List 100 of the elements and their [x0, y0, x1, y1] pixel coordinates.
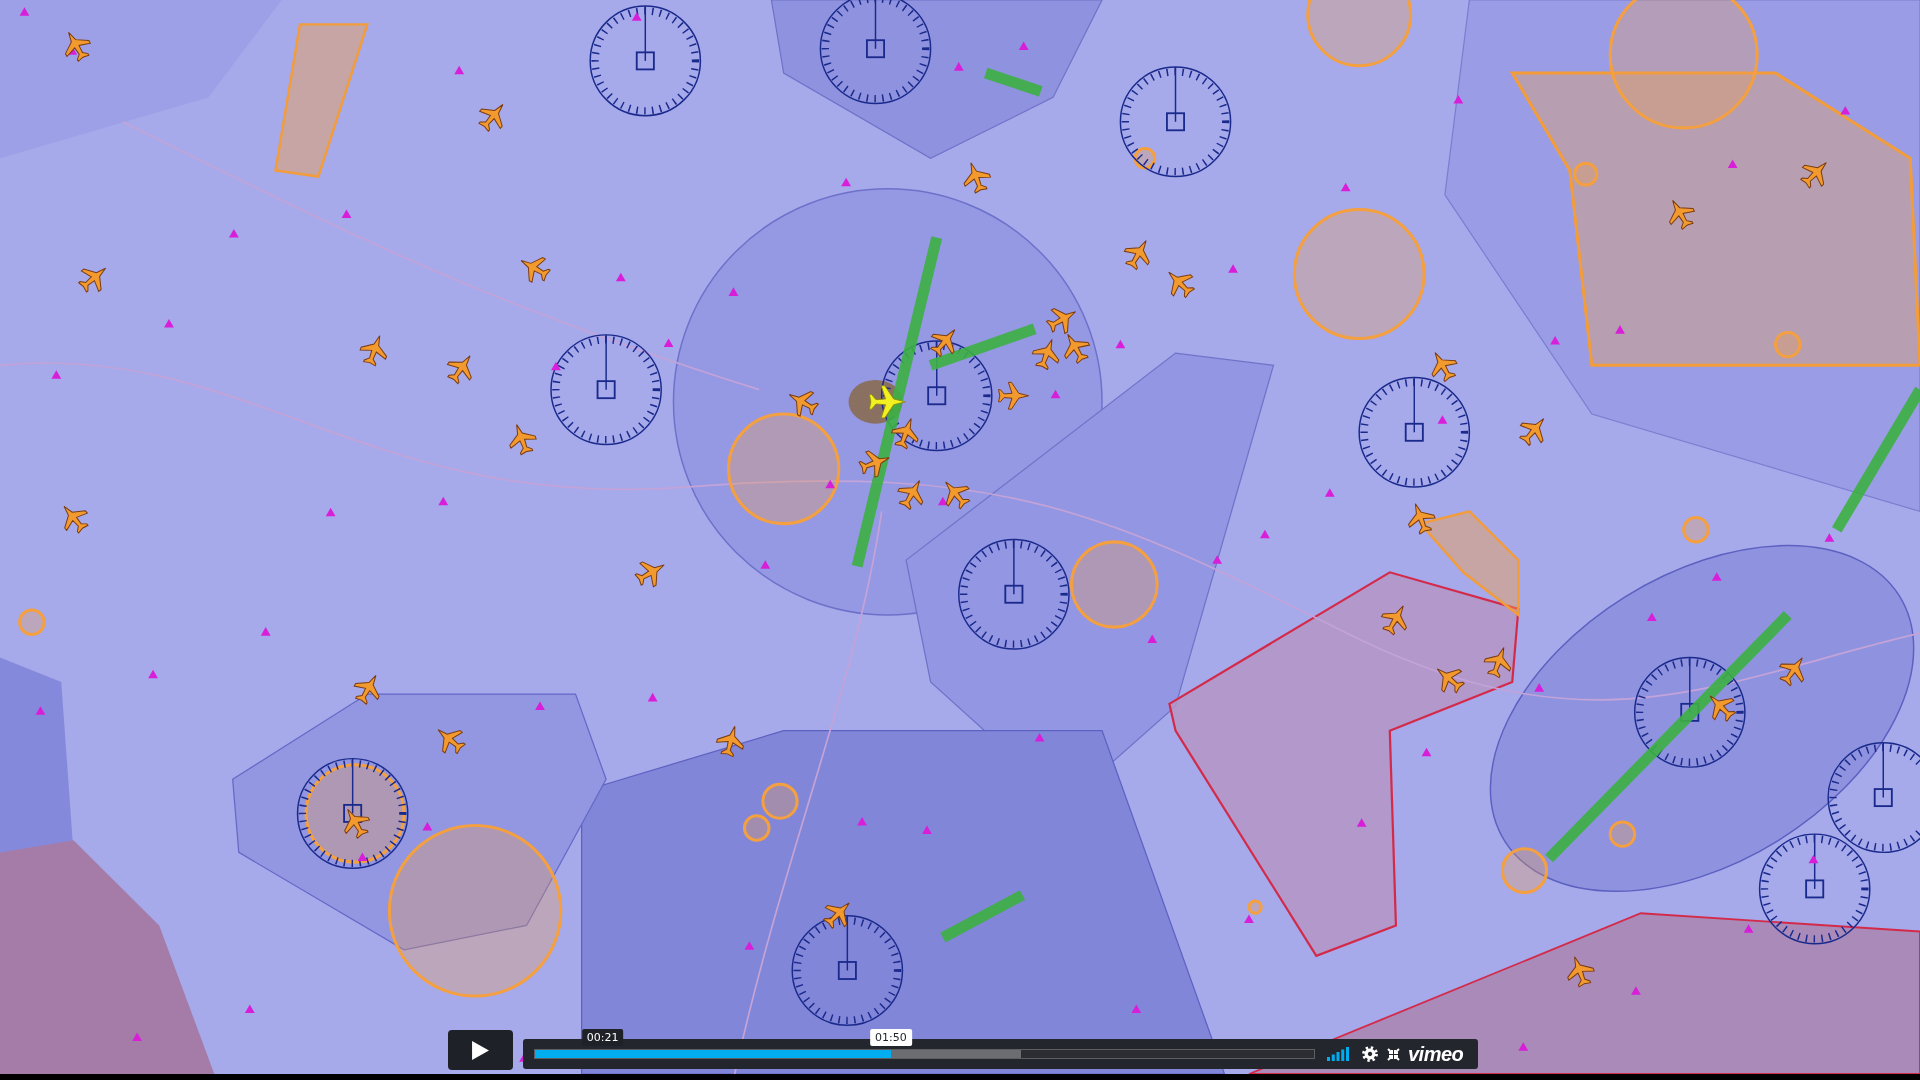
triangle-marker-icon: [631, 12, 642, 21]
triangle-marker-icon: [1356, 818, 1367, 827]
airplane-icon: [65, 31, 91, 62]
airplane-icon: [1669, 199, 1695, 230]
triangle-marker-icon: [325, 507, 336, 517]
triangle-marker-icon: [1840, 105, 1851, 115]
triangle-marker-icon: [19, 7, 30, 16]
airplane-icon: [344, 808, 370, 839]
triangle-marker-icon: [1212, 555, 1223, 564]
airplane-icon: [1123, 240, 1150, 270]
vimeo-logo[interactable]: vimeo: [1408, 1043, 1464, 1065]
current-time-tooltip: 01:50: [870, 1029, 912, 1046]
airplane-icon: [1709, 695, 1737, 722]
triangle-marker-icon: [164, 319, 174, 328]
airplane-icon: [359, 335, 387, 367]
airplane-icon: [963, 162, 991, 194]
triangle-marker-icon: [1711, 572, 1722, 581]
airspace-circle: [1573, 161, 1599, 187]
airplane-icon: [1779, 657, 1804, 687]
airspace-circle: [742, 814, 771, 842]
triangle-marker-icon: [422, 821, 433, 831]
triangle-marker-icon: [551, 361, 561, 371]
triangle-marker-icon: [229, 228, 239, 238]
airspace-circle: [1500, 847, 1549, 895]
triangle-marker-icon: [841, 177, 851, 187]
airplane-icon: [446, 355, 472, 385]
triangle-marker-icon: [1340, 182, 1351, 192]
triangle-marker-icon: [647, 692, 658, 702]
triangle-marker-icon: [1550, 336, 1560, 345]
triangle-marker-icon: [341, 209, 352, 218]
triangle-marker-icon: [760, 560, 771, 569]
airplane-icon: [858, 450, 890, 478]
triangle-marker-icon: [1147, 634, 1158, 643]
airplane-icon: [634, 561, 665, 588]
triangle-marker-icon: [1808, 854, 1819, 864]
triangle-marker-icon: [438, 496, 449, 506]
triangle-marker-icon: [937, 496, 948, 506]
airspace-circle: [1247, 899, 1263, 915]
triangle-marker-icon: [244, 1004, 255, 1014]
airplane-icon: [930, 329, 956, 357]
triangle-marker-icon: [1131, 1004, 1142, 1014]
airplane-icon: [353, 674, 380, 705]
triangle-marker-icon: [148, 669, 158, 679]
triangle-marker-icon: [535, 701, 545, 710]
triangle-marker-icon: [1034, 733, 1045, 742]
airplane-icon: [1408, 503, 1436, 535]
fullscreen-icon[interactable]: [1387, 1047, 1400, 1061]
triangle-marker-icon: [663, 338, 674, 348]
triangle-marker-icon: [1518, 1042, 1529, 1051]
airplane-icon: [520, 257, 551, 283]
triangle-marker-icon: [1421, 747, 1432, 757]
triangle-marker-icon: [1615, 325, 1625, 334]
airplane-icon: [1519, 418, 1545, 446]
airspace-circle: [18, 608, 46, 636]
airplane-icon: [823, 902, 850, 929]
airplane-icon: [1381, 605, 1407, 636]
progress-track[interactable]: [534, 1049, 1315, 1059]
triangle-marker-icon: [1115, 339, 1126, 349]
airplane-icon: [716, 725, 744, 758]
airplane-icon: [437, 729, 466, 755]
volume-icon[interactable]: [1327, 1047, 1349, 1061]
triangle-marker-icon: [857, 817, 867, 826]
airplane-icon: [1168, 271, 1195, 299]
airplane-icon: [998, 381, 1030, 410]
airplane-icon: [63, 505, 89, 534]
triangle-marker-icon: [825, 479, 836, 489]
triangle-marker-icon: [1534, 683, 1545, 692]
play-button[interactable]: [448, 1030, 513, 1070]
airspace-circle: [1608, 820, 1637, 848]
airspace-circle: [1133, 147, 1157, 170]
triangle-marker-icon: [953, 62, 964, 71]
runway: [984, 67, 1043, 97]
settings-icon[interactable]: [1362, 1046, 1378, 1062]
triangle-marker-icon: [1244, 914, 1254, 923]
airplane-icon: [1064, 333, 1090, 364]
airplane-icon: [897, 480, 924, 510]
airplane-icon: [1031, 338, 1060, 370]
triangle-marker-icon: [728, 287, 739, 296]
triangle-marker-icon: [922, 825, 932, 835]
airplane-icon: [891, 418, 919, 450]
airplane-icon: [78, 267, 107, 293]
triangle-marker-icon: [1824, 533, 1835, 542]
triangle-marker-icon: [132, 1032, 143, 1042]
triangle-marker-icon: [1727, 159, 1738, 169]
triangle-marker-icon: [260, 627, 271, 636]
triangle-marker-icon: [1228, 264, 1238, 273]
triangle-marker-icon: [1260, 529, 1270, 539]
airspace-circle: [1774, 330, 1802, 359]
triangle-marker-icon: [1324, 488, 1335, 497]
airplane-icon: [788, 390, 819, 417]
triangle-marker-icon: [1050, 389, 1061, 399]
airplane-icon: [868, 385, 906, 419]
airplane-icon: [1800, 162, 1827, 189]
airplane-icon: [1436, 668, 1465, 694]
airplane-icon: [1567, 956, 1595, 988]
airplane-icon: [945, 481, 971, 510]
airspace-circle: [761, 782, 799, 820]
play-icon: [472, 1040, 489, 1060]
triangle-marker-icon: [615, 272, 626, 282]
triangle-marker-icon: [1631, 986, 1641, 995]
